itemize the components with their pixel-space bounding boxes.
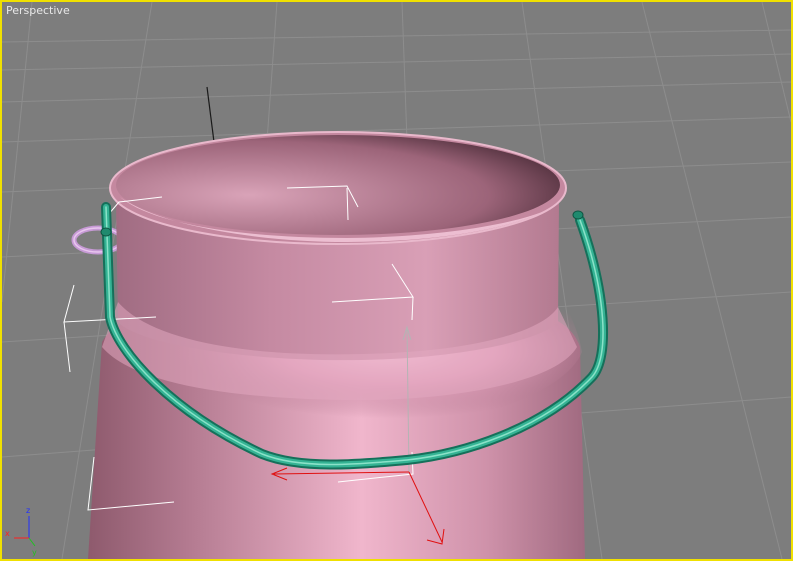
can-opening[interactable] xyxy=(116,135,560,235)
perspective-viewport[interactable]: Perspective z x y xyxy=(0,0,793,561)
axis-tripod: z x y xyxy=(5,506,37,557)
viewport-scene: z x y xyxy=(2,2,791,559)
world-axis-line xyxy=(206,86,215,143)
viewport-label[interactable]: Perspective xyxy=(6,4,70,17)
hinge-loop[interactable] xyxy=(71,225,125,255)
axis-z-label: z xyxy=(26,506,30,515)
axis-y-label: y xyxy=(32,548,37,557)
axis-x-label: x xyxy=(5,529,10,538)
